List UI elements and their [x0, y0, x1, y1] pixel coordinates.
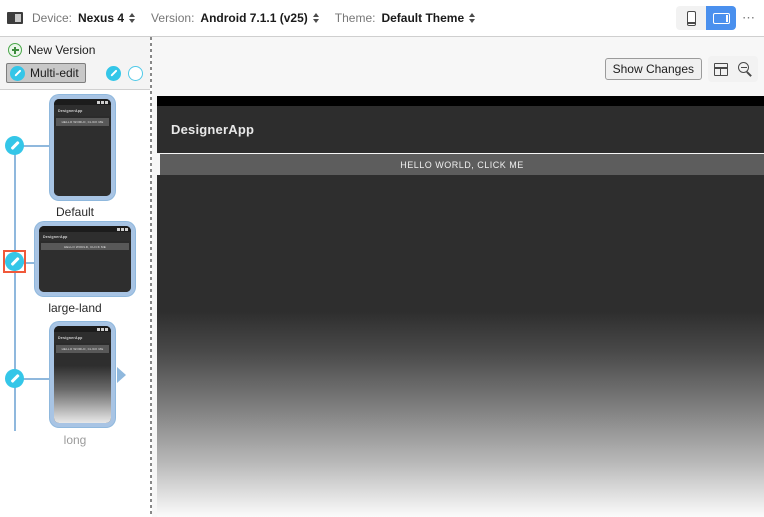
preview-panel: Show Changes DesignerApp HELLO WORLD, CL…	[152, 37, 764, 517]
split-layout-button[interactable]	[708, 56, 733, 82]
version-tree-canvas: DesignerApp HELLO WORLD, CLICK ME Defaul…	[0, 90, 150, 517]
version-tree-panel: New Version Multi-edit DesignerApp HELLO…	[0, 37, 150, 517]
orientation-landscape-button[interactable]	[706, 6, 736, 30]
multi-edit-label: Multi-edit	[30, 66, 79, 80]
node-edit-pencil-icon[interactable]	[5, 252, 24, 271]
thumb-button-label: HELLO WORLD, CLICK ME	[64, 244, 106, 249]
node-label-default: Default	[55, 205, 95, 219]
thumb-button-label: HELLO WORLD, CLICK ME	[61, 120, 104, 124]
version-label: Version:	[151, 11, 195, 25]
zoom-magnifier-icon	[738, 61, 753, 77]
show-changes-button[interactable]: Show Changes	[604, 58, 702, 80]
orientation-portrait-button[interactable]	[676, 6, 706, 30]
phone-landscape-icon	[712, 12, 730, 24]
node-preview-thumbnail[interactable]: DesignerApp HELLO WORLD, CLICK ME	[50, 322, 115, 427]
toolbar-right-group: ⋯	[676, 6, 764, 30]
thumb-app-title: DesignerApp	[58, 335, 83, 340]
plus-circle-icon	[8, 43, 22, 57]
multi-edit-button[interactable]: Multi-edit	[6, 63, 86, 83]
version-value: Android 7.1.1 (v25)	[200, 11, 308, 25]
thumb-status-bar	[54, 326, 111, 332]
version-tree-header: New Version Multi-edit	[0, 37, 150, 90]
theme-selector[interactable]: Theme: Default Theme	[334, 11, 476, 25]
circle-outline-icon[interactable]	[128, 66, 143, 81]
theme-value: Default Theme	[381, 11, 465, 25]
preview-status-bar	[157, 96, 764, 106]
thumb-button-label: HELLO WORLD, CLICK ME	[61, 347, 104, 351]
thumb-app-bar: DesignerApp	[54, 105, 111, 116]
orientation-toggle	[676, 6, 736, 30]
device-value: Nexus 4	[78, 11, 125, 25]
toolbar-left-group: Device: Nexus 4 Version: Android 7.1.1 (…	[0, 11, 676, 25]
thumb-app-title: DesignerApp	[58, 108, 83, 113]
tree-trunk-line	[14, 146, 16, 431]
device-selector[interactable]: Device: Nexus 4	[32, 11, 136, 25]
chevron-updown-icon[interactable]	[129, 13, 136, 23]
version-selector[interactable]: Version: Android 7.1.1 (v25)	[151, 11, 319, 25]
thumb-button: HELLO WORLD, CLICK ME	[56, 345, 109, 353]
thumb-body	[54, 126, 111, 196]
device-label: Device:	[32, 11, 73, 25]
edit-toggle-icon[interactable]	[106, 66, 121, 81]
device-preview-surface[interactable]: DesignerApp HELLO WORLD, CLICK ME	[157, 96, 764, 517]
overflow-menu-button[interactable]: ⋯	[740, 10, 758, 26]
zoom-button[interactable]	[733, 56, 758, 82]
device-screen-icon	[7, 12, 23, 24]
node-label-long: long	[63, 433, 87, 447]
new-version-button[interactable]: New Version	[8, 43, 95, 57]
new-version-label: New Version	[28, 43, 96, 57]
preview-hello-button-label: HELLO WORLD, CLICK ME	[400, 159, 524, 170]
thumb-button: HELLO WORLD, CLICK ME	[41, 243, 129, 250]
thumb-app-title: DesignerApp	[43, 234, 68, 239]
preview-icon-group	[708, 56, 758, 82]
preview-body	[157, 175, 764, 517]
chevron-updown-icon[interactable]	[312, 13, 319, 23]
preview-hello-button[interactable]: HELLO WORLD, CLICK ME	[160, 154, 764, 175]
chevron-updown-icon[interactable]	[469, 13, 476, 23]
preview-controls-group: Show Changes	[604, 56, 758, 82]
thumb-app-bar: DesignerApp	[39, 232, 131, 241]
node-preview-thumbnail[interactable]: DesignerApp HELLO WORLD, CLICK ME	[50, 95, 115, 200]
thumb-status-bar	[54, 99, 111, 105]
thumb-status-bar	[39, 226, 131, 232]
designer-window: Device: Nexus 4 Version: Android 7.1.1 (…	[0, 0, 764, 517]
node-edit-pencil-icon[interactable]	[5, 136, 24, 155]
node-expand-arrow-icon[interactable]	[117, 367, 126, 383]
thumb-body	[39, 250, 131, 292]
node-label-large-land: large-land	[48, 301, 102, 315]
pencil-circle-icon	[10, 65, 25, 81]
top-toolbar: Device: Nexus 4 Version: Android 7.1.1 (…	[0, 0, 764, 37]
thumb-button: HELLO WORLD, CLICK ME	[56, 118, 109, 126]
thumb-body	[54, 353, 111, 423]
preview-panel-toolbar: Show Changes	[152, 37, 764, 96]
phone-portrait-icon	[686, 10, 696, 26]
node-preview-thumbnail[interactable]: DesignerApp HELLO WORLD, CLICK ME	[35, 222, 135, 296]
node-edit-pencil-icon[interactable]	[5, 369, 24, 388]
theme-label: Theme:	[334, 11, 376, 25]
preview-app-bar: DesignerApp	[157, 106, 764, 153]
split-layout-icon	[713, 62, 728, 76]
thumb-app-bar: DesignerApp	[54, 332, 111, 343]
preview-app-title: DesignerApp	[171, 122, 255, 137]
